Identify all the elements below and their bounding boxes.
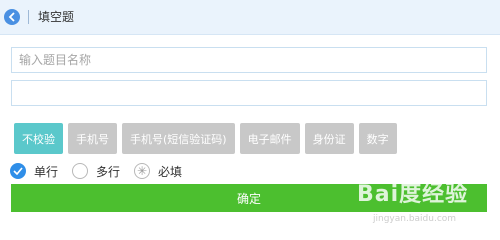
validation-phone-sms-button[interactable]: 手机号(短信验证码) <box>122 123 235 154</box>
single-line-option[interactable]: 单行 <box>10 163 58 180</box>
question-name-input[interactable] <box>12 48 486 72</box>
validation-none-button[interactable]: 不校验 <box>14 123 63 154</box>
header-bar: 填空题 <box>0 0 500 35</box>
header-divider <box>28 10 29 24</box>
validation-email-button[interactable]: 电子邮件 <box>239 123 300 154</box>
check-icon <box>13 167 23 175</box>
question-name-field[interactable] <box>11 47 487 73</box>
validation-id-card-button[interactable]: 身份证 <box>304 123 354 154</box>
validation-type-group: 不校验 手机号 手机号(短信验证码) 电子邮件 身份证 数字 <box>14 123 402 154</box>
line-options-group: 单行 多行 ✳ 必填 <box>10 160 196 182</box>
page-title: 填空题 <box>38 10 75 24</box>
validation-number-button[interactable]: 数字 <box>358 123 397 154</box>
watermark-url: jingyan.baidu.com <box>373 214 457 224</box>
single-line-radio[interactable] <box>10 163 26 179</box>
asterisk-icon[interactable]: ✳ <box>134 163 151 179</box>
multi-line-label: 多行 <box>96 164 121 179</box>
multi-line-option[interactable]: 多行 <box>72 163 120 180</box>
back-button[interactable] <box>4 9 20 25</box>
answer-input[interactable] <box>12 81 486 105</box>
required-option[interactable]: ✳ 必填 <box>134 163 182 180</box>
answer-field[interactable] <box>11 80 487 106</box>
multi-line-radio[interactable] <box>72 163 89 179</box>
chevron-left-icon <box>8 12 15 22</box>
confirm-button[interactable]: 确定 <box>11 184 487 212</box>
single-line-label: 单行 <box>34 164 59 179</box>
validation-phone-button[interactable]: 手机号 <box>68 123 117 154</box>
required-label: 必填 <box>158 164 183 179</box>
